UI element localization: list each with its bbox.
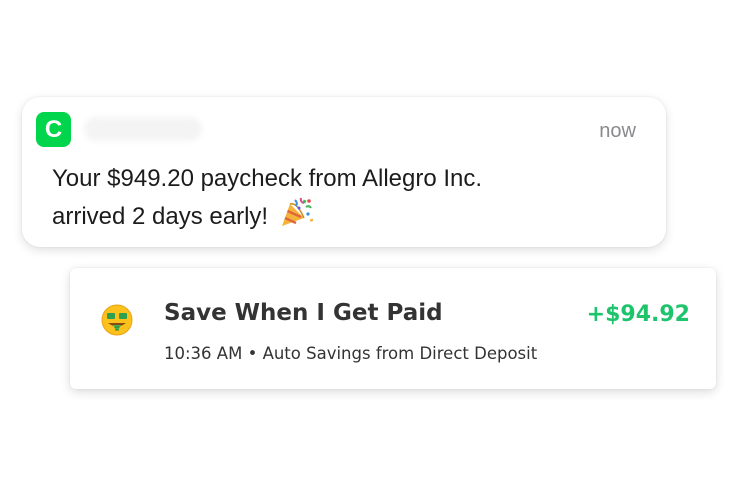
activity-time: 10:36 AM: [164, 344, 243, 363]
activity-description: Auto Savings from Direct Deposit: [262, 344, 538, 363]
notification-message-line1: Your $949.20 paycheck from Allegro Inc.: [52, 165, 483, 192]
notification-message-line2: arrived 2 days early!: [52, 203, 269, 230]
activity-title: Save When I Get Paid: [164, 300, 443, 326]
activity-amount: +$94.92: [586, 302, 690, 327]
push-notification[interactable]: C now Your $949.20 paycheck from Allegro…: [22, 97, 666, 247]
money-mouth-face-icon: [100, 303, 134, 342]
activity-separator: •: [242, 344, 263, 363]
cash-app-icon: C: [36, 112, 71, 147]
party-popper-icon: [279, 195, 314, 238]
notification-time: now: [599, 120, 636, 142]
canvas: C now Your $949.20 paycheck from Allegro…: [0, 0, 750, 492]
activity-row[interactable]: Save When I Get Paid 10:36 AM • Auto Sav…: [70, 268, 716, 389]
activity-subtitle: 10:36 AM • Auto Savings from Direct Depo…: [164, 344, 537, 363]
notification-message: Your $949.20 paycheck from Allegro Inc. …: [52, 163, 612, 238]
app-name-redacted: [84, 117, 202, 141]
